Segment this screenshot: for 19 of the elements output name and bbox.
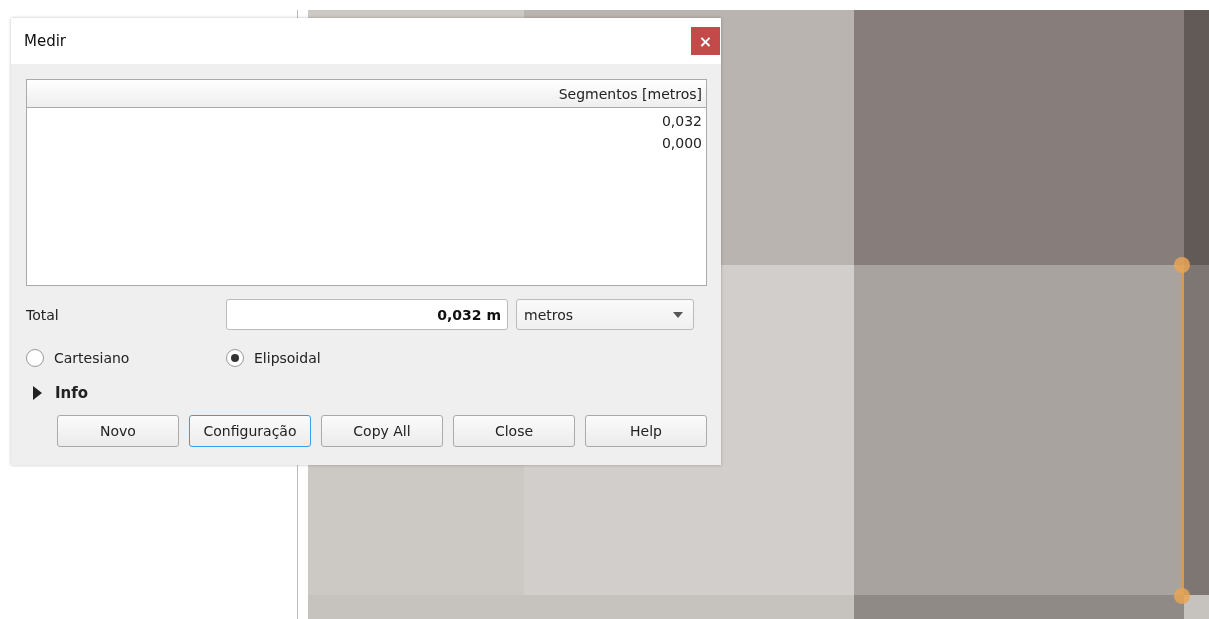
radio-button[interactable] [26, 349, 44, 367]
dialog-button[interactable]: Configuração [189, 415, 311, 447]
dialog-title: Medir [24, 32, 67, 50]
dialog-button[interactable]: Copy All [321, 415, 443, 447]
radio-option[interactable]: Cartesiano [26, 349, 226, 367]
dialog-button[interactable]: Close [453, 415, 575, 447]
radio-option[interactable]: Elipsoidal [226, 349, 426, 367]
radio-button[interactable] [226, 349, 244, 367]
column-header[interactable]: Segmentos [metros] [558, 85, 702, 102]
info-toggle[interactable]: Info [26, 381, 707, 405]
caret-icon [673, 311, 683, 318]
close-button[interactable]: × [691, 27, 720, 55]
total-field[interactable]: 0,032 m [226, 299, 508, 330]
unit-dropdown[interactable]: metros [516, 299, 694, 330]
dialog-button[interactable]: Novo [57, 415, 179, 447]
dialog-button[interactable]: Help [585, 415, 707, 447]
total-label: Total [26, 306, 60, 323]
table-cell: 0,032 [661, 113, 702, 129]
table-cell: 0,000 [661, 135, 702, 151]
